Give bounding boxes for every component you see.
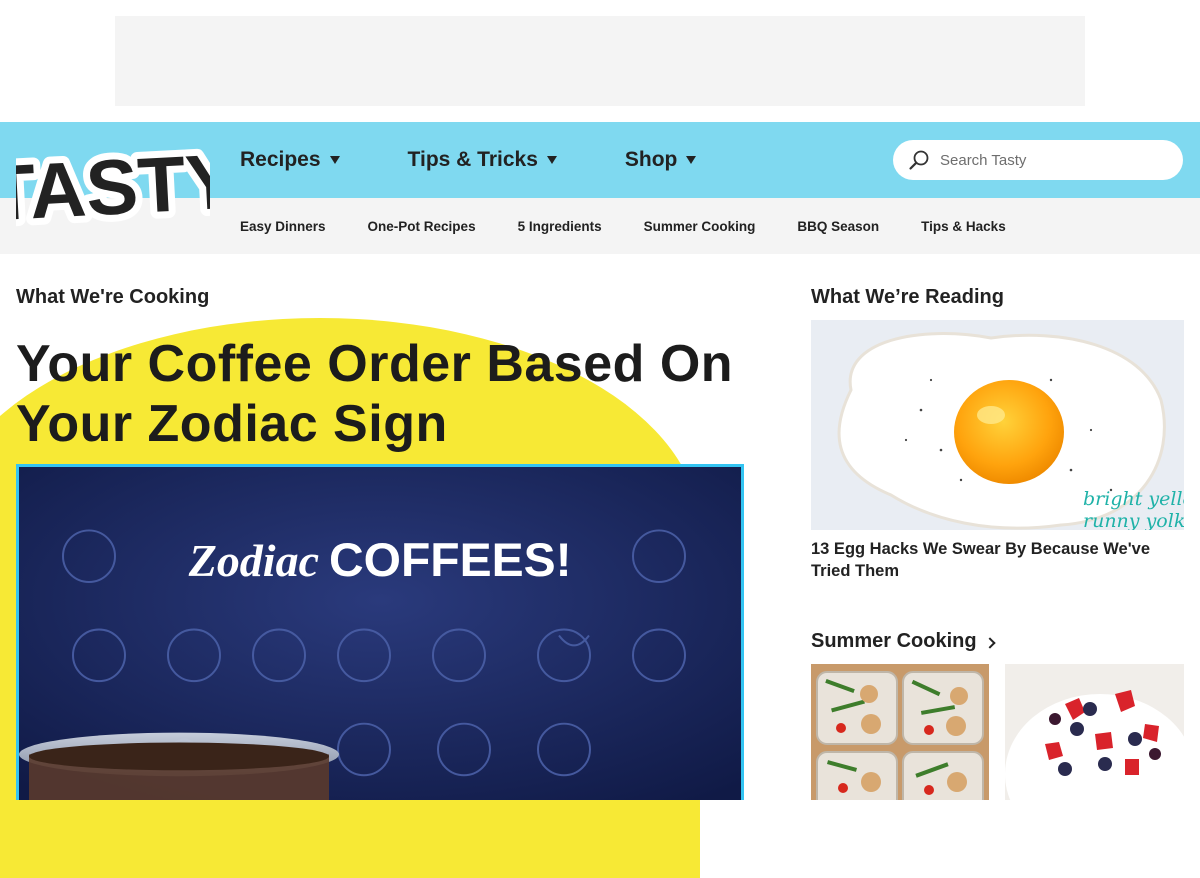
chevron-right-icon <box>983 636 996 649</box>
tasty-logo-graphic: TASTY TASTY <box>16 134 210 236</box>
ad-banner[interactable] <box>115 16 1085 106</box>
nav-recipes[interactable]: Recipes <box>240 148 340 172</box>
subnav-summer-cooking[interactable]: Summer Cooking <box>644 219 756 234</box>
fruit-bowl-thumbnail[interactable] <box>1005 664 1184 800</box>
meal-prep-thumbnail[interactable] <box>811 664 989 800</box>
caret-down-icon <box>546 156 557 164</box>
nav-recipes-label: Recipes <box>240 148 321 171</box>
fried-egg-photo: bright yellow, runny yolk <box>811 320 1184 530</box>
caret-down-icon <box>329 156 340 164</box>
section-title-reading: What We’re Reading <box>811 286 1004 308</box>
subnav-tips-hacks[interactable]: Tips & Hacks <box>921 219 1006 234</box>
nav-shop-label: Shop <box>624 148 678 171</box>
egg-article-caption[interactable]: 13 Egg Hacks We Swear By Because We've T… <box>811 538 1184 582</box>
egg-article-image[interactable]: bright yellow, runny yolk <box>811 320 1184 530</box>
nav-shop[interactable]: Shop <box>625 148 697 172</box>
meal-prep-photo <box>811 664 989 800</box>
tasty-logo[interactable]: TASTY TASTY <box>16 134 210 236</box>
zodiac-coffee-illustration: Zodiac COFFEES! <box>19 467 741 800</box>
summer-cooking-title: Summer Cooking <box>811 630 977 652</box>
hero-image[interactable]: Zodiac COFFEES! <box>16 464 744 800</box>
subnav-easy-dinners[interactable]: Easy Dinners <box>240 219 326 234</box>
subnav-one-pot-recipes[interactable]: One-Pot Recipes <box>368 219 476 234</box>
sub-nav: Easy Dinners One-Pot Recipes 5 Ingredien… <box>240 198 1048 254</box>
nav-tips-label: Tips & Tricks <box>407 148 538 171</box>
search-input[interactable] <box>940 151 1160 169</box>
nav-tips-tricks[interactable]: Tips & Tricks <box>408 148 557 172</box>
subnav-bbq-season[interactable]: BBQ Season <box>797 219 879 234</box>
search-box[interactable] <box>893 140 1183 180</box>
logo-text: TASTY <box>16 137 210 236</box>
hero-headline[interactable]: Your Coffee Order Based On Your Zodiac S… <box>16 334 776 454</box>
egg-image-annotation: bright yellow, <box>1083 488 1184 510</box>
egg-image-annotation-2: runny yolk <box>1083 510 1184 530</box>
zodiac-script-text: Zodiac <box>188 535 319 586</box>
subnav-5-ingredients[interactable]: 5 Ingredients <box>518 219 602 234</box>
fruit-bowl-photo <box>1005 664 1184 800</box>
summer-cooking-link[interactable]: Summer Cooking <box>811 630 996 653</box>
main-nav: Recipes Tips & Tricks Shop <box>240 122 697 198</box>
coffees-text: COFFEES! <box>329 534 572 587</box>
caret-down-icon <box>686 156 697 164</box>
section-title-cooking: What We're Cooking <box>16 286 210 308</box>
ad-area <box>0 0 1200 122</box>
search-icon[interactable] <box>908 149 930 171</box>
